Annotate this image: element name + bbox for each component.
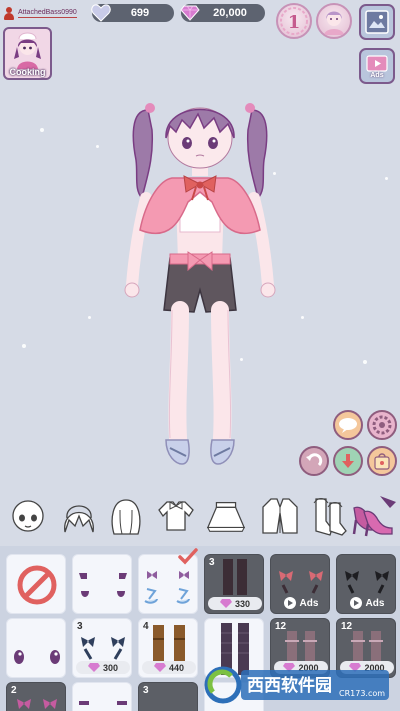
snowflake (88, 316, 91, 319)
blouse-icon (158, 501, 194, 531)
gem-icon (179, 2, 201, 24)
category-face[interactable] (6, 494, 50, 538)
item-count: 3 (143, 685, 149, 696)
gems-counter[interactable]: 20,000 (179, 2, 265, 24)
download-button[interactable] (333, 446, 363, 476)
item-row3-2[interactable] (72, 682, 132, 711)
skirt-icon (206, 501, 246, 532)
item-price: 330 (208, 597, 262, 610)
shop-button[interactable] (367, 446, 397, 476)
snowflake (96, 145, 99, 148)
play-icon (283, 597, 296, 609)
high-heels-icon (352, 496, 396, 537)
item-count: 12 (275, 621, 287, 632)
item-bow-black[interactable]: Ads (336, 554, 396, 614)
no-item-icon (17, 565, 57, 605)
item-count: 4 (143, 621, 149, 632)
socks-icon (313, 498, 347, 536)
front-hair-icon (64, 505, 94, 533)
doll-character[interactable] (110, 80, 290, 490)
selected-check-icon (178, 548, 198, 566)
eyes-preview-icon (79, 573, 127, 597)
item-eyes-2[interactable] (6, 618, 66, 678)
snowflake (40, 128, 44, 132)
eyes-preview-icon (14, 650, 60, 664)
category-skirt[interactable] (204, 494, 248, 538)
item-bow-pink[interactable]: Ads (270, 554, 330, 614)
level-number: 1 (287, 12, 301, 33)
settings-button[interactable] (367, 410, 397, 440)
chat-button[interactable] (333, 410, 363, 440)
heart-icon (90, 2, 112, 24)
ads-button[interactable]: Ads (359, 48, 395, 84)
character-portrait-icon (324, 11, 344, 35)
video-icon (366, 54, 388, 72)
ads-label: Ads (370, 71, 384, 79)
item-count: 3 (209, 557, 215, 568)
jacket-icon (262, 498, 298, 534)
speech-bubble-icon (339, 418, 357, 433)
item-row3-1[interactable]: 2 (6, 682, 66, 711)
category-bar (0, 490, 400, 542)
item-count: 2 (11, 685, 17, 696)
play-icon (349, 597, 362, 609)
category-shoes[interactable] (350, 494, 398, 538)
flower-icon (372, 415, 392, 435)
player-info[interactable]: AttachedBass0990 (4, 5, 77, 21)
cooking-label: Cooking (9, 67, 46, 77)
face-icon (12, 500, 44, 532)
gem-icon (219, 599, 232, 608)
hearts-counter[interactable]: 699 (90, 2, 174, 24)
watermark-logo: 西西软件园 CR173.com (203, 664, 393, 706)
watch-ad-label: Ads (274, 596, 328, 610)
snowflake (22, 344, 26, 348)
character-badge[interactable] (316, 3, 352, 39)
snowflake (363, 360, 367, 364)
svg-text:西西软件园: 西西软件园 (247, 675, 332, 696)
gallery-button[interactable] (359, 4, 395, 40)
svg-text:CR173.com: CR173.com (339, 689, 385, 698)
chef-girl-icon (14, 32, 41, 69)
download-arrow-icon (342, 454, 354, 468)
snowflake (385, 177, 388, 180)
item-stockings-black[interactable]: 3 330 (204, 554, 264, 614)
item-boots-brown[interactable]: 4 440 (138, 618, 198, 678)
item-count: 3 (77, 621, 83, 632)
photo-frame-icon (365, 10, 389, 34)
category-jacket[interactable] (258, 494, 302, 538)
player-name: AttachedBass0990 (18, 8, 77, 18)
gem-icon (153, 663, 166, 672)
gem-icon (87, 663, 100, 672)
watch-ad-label: Ads (340, 596, 394, 610)
item-row3-3[interactable]: 3 (138, 682, 198, 711)
undo-icon (306, 453, 323, 467)
top-bar: AttachedBass0990 699 20,000 1 (0, 0, 400, 39)
player-icon (4, 6, 14, 20)
item-price: 300 (76, 661, 130, 674)
undo-button[interactable] (299, 446, 329, 476)
cooking-button[interactable]: Cooking (3, 27, 52, 80)
eyes-preview-icon (79, 701, 127, 705)
item-eyes-1[interactable] (72, 554, 132, 614)
bag-icon (374, 453, 390, 470)
category-top[interactable] (154, 494, 198, 538)
category-socks[interactable] (306, 494, 350, 538)
item-count: 12 (341, 621, 353, 632)
level-badge[interactable]: 1 (276, 3, 312, 39)
category-front-hair[interactable] (57, 494, 101, 538)
back-hair-icon (111, 499, 141, 535)
snowflake (301, 316, 304, 319)
item-none[interactable] (6, 554, 66, 614)
item-price: 440 (142, 661, 196, 674)
category-back-hair[interactable] (104, 494, 148, 538)
item-bow-navy[interactable]: 3 300 (72, 618, 132, 678)
